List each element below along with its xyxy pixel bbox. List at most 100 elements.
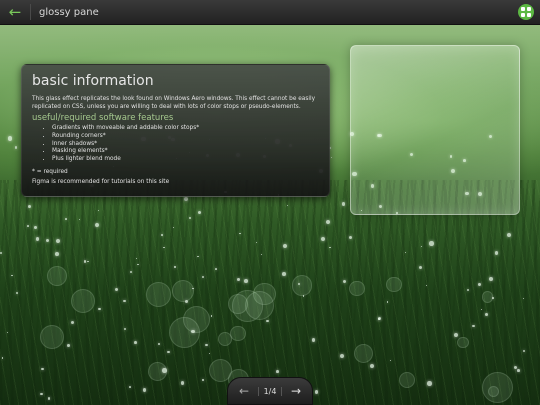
dew-drop: [427, 381, 432, 386]
dew-drop: [47, 397, 51, 400]
dew-drop: [377, 317, 381, 321]
dew-drop: [266, 319, 269, 323]
dew-drop: [46, 238, 50, 243]
arrow-left-icon[interactable]: ←: [236, 384, 252, 398]
dew-drop: [66, 344, 70, 347]
dew-drop: [329, 246, 332, 249]
dew-drop: [180, 381, 185, 385]
dew-drop: [34, 226, 37, 229]
dew-drop: [341, 202, 346, 206]
dew-drop: [137, 264, 139, 266]
dew-drop: [201, 275, 205, 279]
dew-drop: [15, 292, 18, 295]
dew-drop: [78, 218, 81, 221]
dew-drop: [325, 220, 331, 225]
required-note: * = required: [32, 169, 68, 175]
dew-drop: [404, 251, 406, 253]
list-item: Masking elements*: [52, 148, 199, 156]
dew-drop: [142, 388, 147, 392]
dew-drop: [494, 251, 499, 256]
list-item: Plus lighter blend mode: [52, 156, 199, 164]
bokeh-spot: [46, 266, 67, 287]
bokeh-spot: [244, 290, 275, 321]
dew-drop: [56, 239, 61, 244]
grid-menu-icon-cell: [527, 13, 531, 17]
bokeh-spot: [291, 275, 313, 296]
dew-drop: [480, 308, 483, 311]
dew-drop: [191, 329, 195, 334]
dew-drop: [348, 235, 352, 239]
top-bar: ← glossy pane: [0, 0, 540, 25]
page-indicator: 1/4: [257, 386, 283, 396]
bokeh-spot: [168, 316, 200, 348]
bokeh-spot: [457, 336, 469, 349]
dew-drop: [174, 266, 176, 268]
dew-drop: [208, 353, 211, 355]
dew-drop: [523, 298, 525, 300]
dew-drop: [11, 275, 13, 277]
dew-drop: [1, 357, 4, 359]
bokeh-spot: [230, 325, 246, 342]
dew-drop: [7, 136, 13, 141]
dew-drop: [197, 256, 199, 258]
dew-drop: [287, 205, 289, 207]
dew-drop: [158, 343, 161, 346]
bokeh-spot: [70, 289, 96, 314]
dew-drop: [162, 368, 167, 373]
dew-drop: [14, 146, 17, 149]
dew-drop: [210, 315, 213, 317]
dew-drop: [27, 224, 30, 227]
dew-drop: [418, 265, 423, 270]
dew-drop: [314, 390, 319, 394]
dew-drop: [339, 353, 345, 359]
grid-menu-button[interactable]: [518, 4, 534, 20]
bokeh-spot: [171, 279, 194, 302]
bokeh-spot: [218, 331, 233, 346]
dew-drop: [163, 246, 165, 249]
dew-drop: [489, 277, 494, 281]
dew-drop: [472, 324, 475, 328]
features-list: Gradients with moveable and addable colo…: [32, 125, 199, 164]
dew-drop: [128, 386, 131, 388]
panel-footer: Figma is recommended for tutorials on th…: [32, 179, 170, 185]
dew-drop: [522, 349, 526, 353]
dew-drop: [27, 205, 31, 209]
list-item: Gradients with moveable and addable colo…: [52, 125, 199, 133]
dew-drop: [87, 260, 89, 263]
bokeh-spot: [386, 277, 402, 293]
dew-drop: [239, 232, 241, 234]
dew-drop: [135, 258, 138, 260]
dew-drop: [173, 226, 175, 228]
dew-drop: [276, 370, 279, 374]
dew-drop: [215, 267, 217, 270]
dew-drop: [98, 307, 101, 310]
list-item: Rounding corners*: [52, 133, 199, 141]
bokeh-spot: [39, 324, 65, 350]
glossy-pane: [350, 45, 520, 215]
dew-drop: [184, 300, 188, 304]
panel-heading: basic information: [32, 73, 154, 89]
dew-drop: [386, 301, 389, 303]
dew-drop: [95, 222, 100, 227]
back-button[interactable]: ←: [0, 0, 30, 24]
dew-drop: [260, 253, 262, 255]
dew-drop: [282, 272, 286, 276]
list-item: Inner shadows*: [52, 141, 199, 149]
dew-drop: [478, 283, 481, 286]
dew-drop: [484, 313, 488, 316]
divider: [30, 4, 31, 20]
dew-drop: [6, 331, 9, 333]
dew-drop: [184, 196, 189, 202]
dew-drop: [342, 279, 347, 284]
dew-drop: [389, 359, 392, 362]
page-title: glossy pane: [39, 6, 99, 18]
pager: ← 1/4 →: [227, 377, 313, 405]
dew-drop: [331, 156, 333, 158]
grid-menu-icon-cell: [521, 13, 525, 17]
dew-drop: [492, 297, 494, 299]
dew-drop: [429, 241, 434, 246]
dew-drop: [517, 369, 520, 372]
arrow-right-icon[interactable]: →: [288, 384, 304, 398]
dew-drop: [202, 379, 204, 381]
dew-drop: [507, 233, 512, 238]
